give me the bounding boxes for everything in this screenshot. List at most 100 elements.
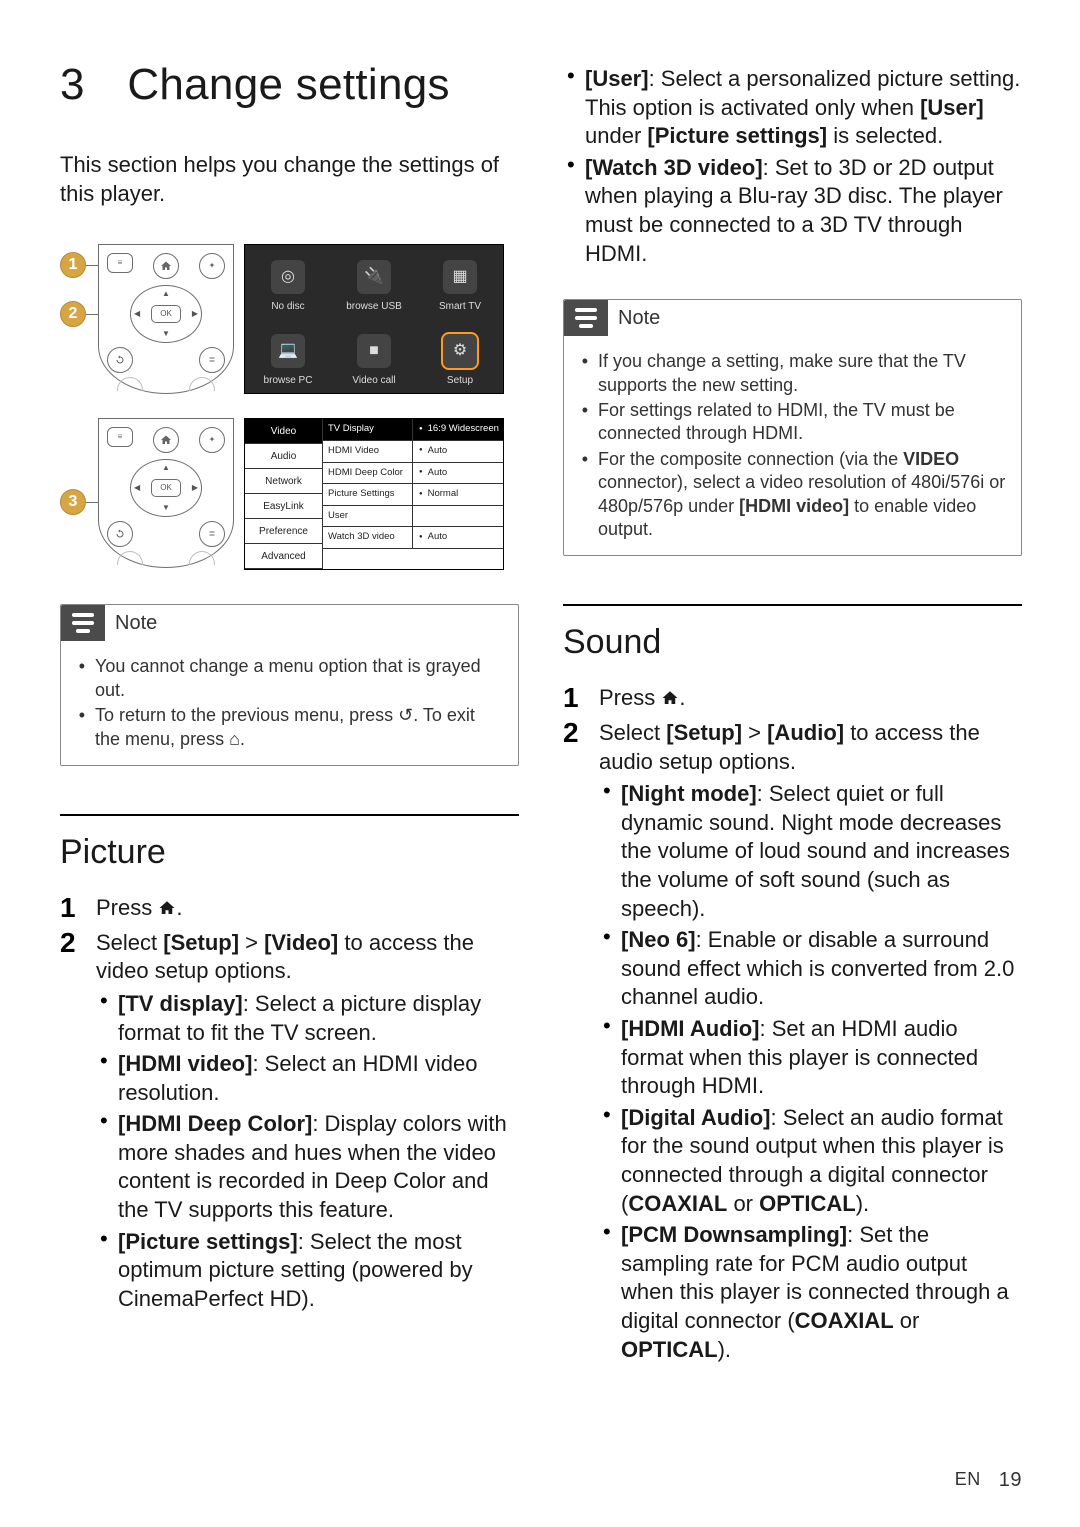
remote-illustration-2: ≡ ✦ ▲▼ ◀▶ OK — [98, 418, 234, 568]
ok-button: OK — [151, 305, 181, 323]
tile-label: browse PC — [264, 374, 313, 387]
options-button: ≣ — [199, 347, 225, 373]
options-button: ≣ — [199, 521, 225, 547]
note-item: If you change a setting, make sure that … — [598, 350, 1007, 397]
tile-label: Smart TV — [439, 300, 481, 313]
option-name: [Picture settings] — [118, 1229, 298, 1254]
chapter-number: 3 — [60, 56, 85, 113]
setting-value: Auto — [413, 527, 503, 548]
home-button — [153, 253, 179, 279]
video-call-icon: ■ — [357, 334, 391, 368]
bullet-item: [Picture settings]: Select the most opti… — [118, 1228, 519, 1314]
sidebar-item-advanced: Advanced — [245, 544, 322, 569]
note-item: For settings related to HDMI, the TV mus… — [598, 399, 1007, 446]
sidebar-item-audio: Audio — [245, 444, 322, 469]
note-icon — [61, 605, 105, 641]
video-row: HDMI VideoAuto — [323, 441, 503, 463]
remote-with-callouts: 1 2 ≡ ✦ ▲▼ — [60, 244, 234, 394]
option-name: [User] — [585, 66, 649, 91]
sidebar-item-video: Video — [245, 419, 322, 444]
bullet-item: [Neo 6]: Enable or disable a surround so… — [621, 926, 1022, 1012]
home-tile-browse-pc: 💻 browse PC — [245, 319, 331, 393]
note-left: Note You cannot change a menu option tha… — [60, 604, 519, 766]
home-button — [153, 427, 179, 453]
dpad: ▲▼ ◀▶ OK — [130, 285, 202, 343]
remote-with-callout-3: 3 ≡ ✦ ▲▼ ◀▶ OK — [60, 418, 234, 568]
tile-label: Setup — [447, 374, 473, 387]
remote-illustration: ≡ ✦ ▲▼ ◀▶ OK — [98, 244, 234, 394]
figure-home-menu: 1 2 ≡ ✦ ▲▼ — [60, 244, 519, 394]
home-tile-setup: ⚙ Setup — [417, 319, 503, 393]
note-left-list: You cannot change a menu option that is … — [79, 655, 504, 751]
sidebar-item-preference: Preference — [245, 519, 322, 544]
smart-tv-button: ✦ — [199, 253, 225, 279]
note-label: Note — [115, 610, 157, 636]
step-2: Select [Setup] > [Video] to access the v… — [60, 929, 519, 1314]
right-column: [User]: Select a personalized picture se… — [563, 56, 1022, 1370]
popup-menu-button: ≡ — [107, 253, 133, 273]
sidebar-item-easylink: EasyLink — [245, 494, 322, 519]
option-name: [HDMI video] — [118, 1051, 252, 1076]
note-right-list: If you change a setting, make sure that … — [582, 350, 1007, 541]
bullet-item: [HDMI Deep Color]: Display colors with m… — [118, 1110, 519, 1224]
setup-icon: ⚙ — [443, 334, 477, 368]
note-label: Note — [618, 305, 660, 331]
note-item: For the composite connection (via the VI… — [598, 448, 1007, 542]
bullet-item: [TV display]: Select a picture display f… — [118, 990, 519, 1047]
chapter-title: Change settings — [127, 60, 450, 109]
home-tile-browse-usb: 🔌browse USB — [331, 245, 417, 319]
option-name: [PCM Downsampling] — [621, 1222, 847, 1247]
option-name: [Neo 6] — [621, 927, 696, 952]
bullet-item: [User]: Select a personalized picture se… — [585, 65, 1022, 151]
setting-value — [413, 506, 503, 527]
bullet-item: [Night mode]: Select quiet or full dynam… — [621, 780, 1022, 923]
note-item: To return to the previous menu, press ↺.… — [95, 704, 504, 751]
option-name: [Night mode] — [621, 781, 757, 806]
note-icon — [564, 300, 608, 336]
setting-key: Watch 3D video — [323, 527, 413, 548]
back-button — [107, 347, 133, 373]
home-tile-no-disc: ◎No disc — [245, 245, 331, 319]
setting-value: 16:9 Widescreen — [413, 419, 503, 440]
setting-key: HDMI Video — [323, 441, 413, 462]
sound-steps: Press . Select [Setup] > [Audio] to acce… — [563, 682, 1022, 1370]
setting-value: Auto — [413, 441, 503, 462]
video-row: HDMI Deep ColorAuto — [323, 463, 503, 485]
tile-label: browse USB — [346, 300, 402, 313]
back-button — [107, 521, 133, 547]
picture-steps: Press . Select [Setup] > [Video] to acce… — [60, 892, 519, 1319]
step-2: Select [Setup] > [Audio] to access the a… — [563, 719, 1022, 1364]
dpad: ▲▼ ◀▶ OK — [130, 459, 202, 517]
smart-tv-button: ✦ — [199, 427, 225, 453]
setting-value: Normal — [413, 484, 503, 505]
ok-button: OK — [151, 479, 181, 497]
home-tile-smart-tv: ▦ Smart TV — [417, 245, 503, 319]
footer-page: 19 — [999, 1467, 1022, 1493]
setting-key: User — [323, 506, 413, 527]
figure-setup-menu: 3 ≡ ✦ ▲▼ ◀▶ OK — [60, 418, 519, 570]
video-row: TV Display16:9 Widescreen — [323, 419, 503, 441]
smart-tv-icon: ▦ — [443, 260, 477, 294]
sound-bullets: [Night mode]: Select quiet or full dynam… — [599, 780, 1022, 1364]
note-item: You cannot change a menu option that is … — [95, 655, 504, 702]
bullet-item: [HDMI video]: Select an HDMI video resol… — [118, 1050, 519, 1107]
intro-paragraph: This section helps you change the settin… — [60, 151, 519, 208]
option-name: [TV display] — [118, 991, 243, 1016]
option-name: [HDMI Audio] — [621, 1016, 759, 1041]
bullet-item: [PCM Downsampling]: Set the sampling rat… — [621, 1221, 1022, 1364]
picture-heading: Picture — [60, 830, 519, 874]
setting-value: Auto — [413, 463, 503, 484]
home-icon — [661, 689, 679, 707]
section-rule — [563, 604, 1022, 606]
video-row: Watch 3D videoAuto — [323, 527, 503, 549]
video-row: Picture SettingsNormal — [323, 484, 503, 506]
step-1: Press . — [563, 684, 1022, 713]
page-footer: EN 19 — [955, 1467, 1022, 1493]
tile-label: No disc — [271, 300, 304, 313]
sidebar-item-network: Network — [245, 469, 322, 494]
tile-label: Video call — [352, 374, 395, 387]
home-tile-video-call: ■ Video call — [331, 319, 417, 393]
left-column: 3 Change settings This section helps you… — [60, 56, 519, 1370]
browse-pc-icon: 💻 — [271, 334, 305, 368]
step-1: Press . — [60, 894, 519, 923]
